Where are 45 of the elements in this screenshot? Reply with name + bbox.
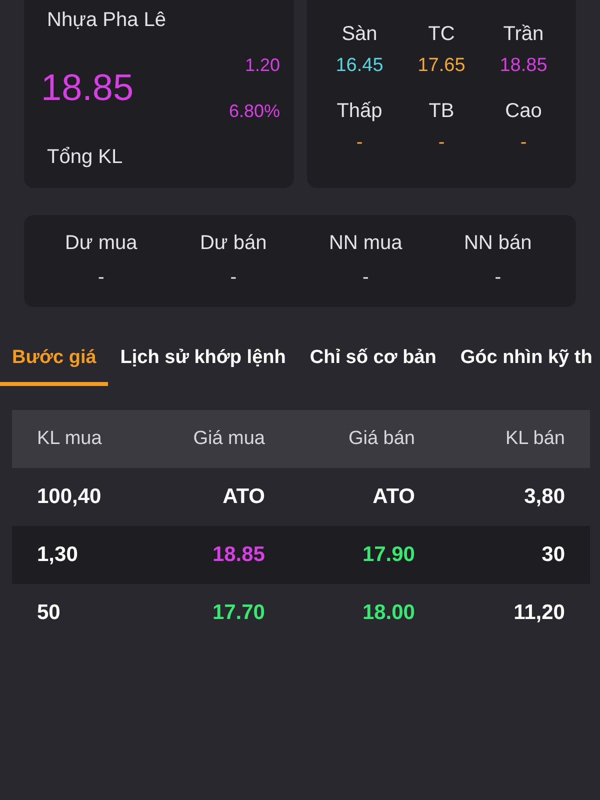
column-header: KL mua: [37, 428, 103, 450]
price-level-value: 17.65: [418, 55, 466, 77]
flow-label: Dư mua: [64, 231, 138, 255]
table-cell-text: 11,20: [512, 601, 565, 625]
table-cell-text: 50: [37, 601, 62, 625]
price-level-value: 16.45: [336, 55, 384, 77]
price-level-label: Cao: [505, 99, 542, 123]
tab[interactable]: Chỉ số cơ bản: [298, 334, 448, 386]
flow-value: -: [494, 267, 502, 289]
flow-value: -: [98, 267, 104, 289]
table-cell-text: 17.70: [211, 601, 265, 625]
tab[interactable]: Góc nhìn kỹ th: [448, 334, 596, 386]
price-level-value: -: [438, 132, 445, 154]
price-level-label: TB: [428, 99, 454, 123]
table-cell-text: 1,30: [37, 543, 79, 567]
column-header: Giá mua: [192, 428, 265, 450]
column-header: Giá bán: [347, 428, 415, 450]
percent-change: 6.80%: [228, 100, 280, 123]
price-level-label: TC: [428, 22, 455, 46]
table-cell-text: 18.00: [361, 601, 415, 625]
table-cell-text: 18.85: [211, 543, 265, 567]
last-price: 18.85: [41, 66, 134, 110]
price-level-label: Trần: [503, 22, 544, 46]
flow-value: -: [362, 267, 369, 289]
price-level-label: Thấp: [336, 99, 382, 123]
table-cell-text: ATO: [372, 485, 415, 509]
flow-label: NN mua: [328, 231, 402, 255]
table-cell-text: 30: [540, 543, 565, 567]
stock-name: Nhựa Pha Lê: [47, 8, 166, 32]
price-level-value: 18.85: [500, 55, 548, 77]
table-cell-text: 3,80: [523, 485, 565, 509]
column-header: KL bán: [504, 428, 565, 450]
price-level-value: -: [520, 132, 527, 154]
price-level-label: Sàn: [342, 22, 378, 46]
price-level-value: -: [356, 132, 363, 154]
table-cell-text: 17.90: [361, 543, 415, 567]
flow-label: Dư bán: [200, 231, 267, 255]
flow-value: -: [230, 267, 237, 289]
tab[interactable]: Lịch sử khớp lệnh: [108, 334, 298, 386]
price-change: 1.20: [244, 54, 280, 77]
tab[interactable]: Bước giá: [0, 334, 108, 386]
total-volume-label: Tổng KL: [47, 145, 123, 169]
table-cell-text: ATO: [222, 485, 265, 509]
table-cell-text: 100,40: [37, 485, 102, 509]
flow-label: NN bán: [464, 231, 532, 255]
